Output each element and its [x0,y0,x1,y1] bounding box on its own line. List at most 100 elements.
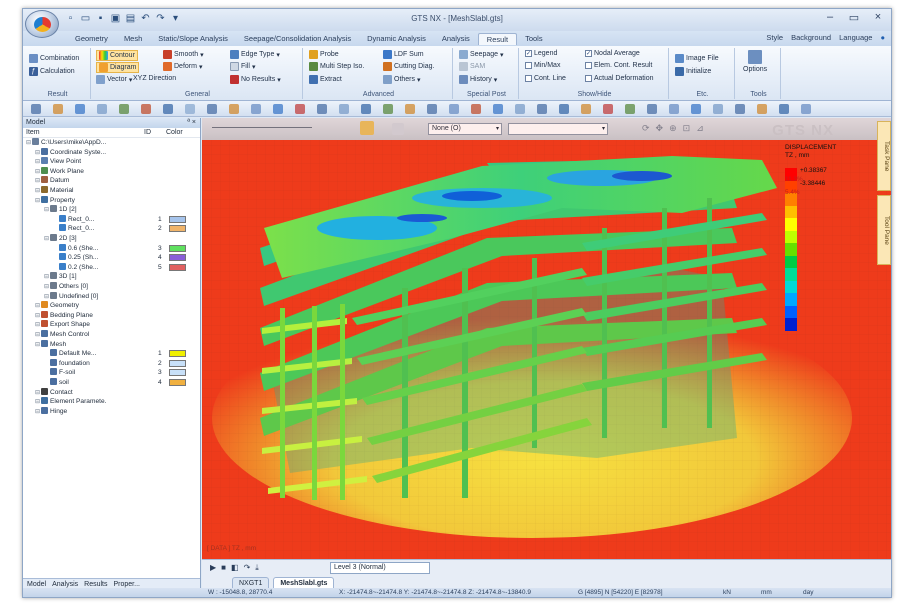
ribbon-tab-tools[interactable]: Tools [517,33,551,45]
ribbon-tab-mesh[interactable]: Mesh [116,33,150,45]
zoom-icon[interactable]: ⊕ [669,123,677,134]
tree-node[interactable]: foundation 2 [23,358,199,368]
ribbon-tab-dynamic-analysis[interactable]: Dynamic Analysis [359,33,434,45]
toolbar-tool-icon[interactable] [273,104,283,114]
tree-node[interactable]: ⊟ View Point [23,157,199,166]
tool-pane-tab[interactable]: Tool Pane [877,195,891,265]
toolbar-tool-icon[interactable] [603,104,613,114]
toolbar-tool-icon[interactable] [625,104,635,114]
color-swatch[interactable] [169,263,186,271]
application-menu-button[interactable] [25,10,59,38]
tree-node[interactable]: ⊟ Hinge [23,406,199,416]
unit-length-select[interactable]: mm [761,588,772,597]
fill-button[interactable]: Fill ▾ [230,62,255,71]
toolbar-tool-icon[interactable] [647,104,657,114]
background-menu[interactable]: Background [791,33,831,42]
tree-node[interactable]: ⊟ Datum [23,176,199,185]
xyz-direction-button[interactable]: XYZ Direction [133,75,176,82]
language-menu[interactable]: Language [839,33,872,42]
tree-node[interactable]: ⊟ Work Plane [23,166,199,176]
3d-viewport[interactable]: None (O) ▾ ▾ ⟳ ✥ ⊕ ⊡ ⊿ GTS NX DISPLACEMEN… [202,118,891,559]
sam-button[interactable]: SAM [459,62,485,71]
nodal-average-toggle[interactable]: ✓ Nodal Average [585,50,640,57]
style-menu[interactable]: Style [766,33,783,42]
unit-force-select[interactable]: kN [723,588,731,597]
tree-node[interactable]: ⊟ Mesh Control [23,330,199,339]
ribbon-tab-result[interactable]: Result [477,33,518,45]
color-swatch[interactable] [169,215,186,223]
others-button[interactable]: Others ▾ [383,75,421,84]
smooth-button[interactable]: Smooth ▾ [163,50,204,59]
task-pane-tab[interactable]: Task Pane [877,121,891,191]
toolbar-tool-icon[interactable] [471,104,481,114]
cutting-diagram-button[interactable]: Cutting Diag. [383,62,434,71]
tree-node[interactable]: ⊟ Geometry [23,301,199,310]
image-file-button[interactable]: Image File [675,54,719,63]
vector-button[interactable]: Vector ▾ [96,75,132,84]
tree-node[interactable]: Rect_0... 2 [23,224,199,233]
color-swatch[interactable] [169,379,186,386]
view-mode-icon[interactable] [392,123,404,135]
tree-node[interactable]: ⊟ Contact [23,387,199,397]
tree-node[interactable]: Rect_0... 1 [23,214,199,224]
toolbar-tool-icon[interactable] [493,104,503,114]
actual-deformation-toggle[interactable]: Actual Deformation [585,75,654,82]
help-icon[interactable]: ● [880,33,885,42]
toolbar-tool-icon[interactable] [361,104,371,114]
ribbon-tab-seepage-consolidation-analysis[interactable]: Seepage/Consolidation Analysis [236,33,359,45]
toolbar-tool-icon[interactable] [581,104,591,114]
minimize-icon[interactable]: – [821,11,839,24]
ribbon-tab-geometry[interactable]: Geometry [67,33,116,45]
tree-node[interactable]: F-soil 3 [23,368,199,377]
deform-button[interactable]: Deform ▾ [163,62,202,71]
tree-node[interactable]: ⊟ 2D [3] [23,234,199,243]
elem-cont-result-toggle[interactable]: Elem. Cont. Result [585,62,652,69]
play-icon[interactable]: ▶ [210,563,216,573]
color-swatch[interactable] [169,369,186,377]
history-button[interactable]: History ▾ [459,75,497,84]
color-swatch[interactable] [169,225,186,233]
options-button[interactable]: Options [743,50,767,73]
filter-icon[interactable] [360,121,374,135]
calculation-button[interactable]: ƒ Calculation [29,67,75,76]
ribbon-tab-static-slope-analysis[interactable]: Static/Slope Analysis [150,33,236,45]
toolbar-tool-icon[interactable] [31,104,41,114]
toolbar-tool-icon[interactable] [251,104,261,114]
color-swatch[interactable] [169,359,186,367]
diagram-button[interactable]: Diagram [96,62,140,73]
unit-time-select[interactable]: day [803,588,813,597]
toolbar-tool-icon[interactable] [427,104,437,114]
stop-icon[interactable]: ■ [221,563,226,573]
rotate-icon[interactable]: ⟳ [642,123,650,134]
toolbar-tool-icon[interactable] [185,104,195,114]
toolbar-tool-icon[interactable] [97,104,107,114]
tree-node[interactable]: ⊟ C:\Users\mike\AppD... [23,138,199,147]
toolbar-tool-icon[interactable] [339,104,349,114]
view-select[interactable]: None (O) ▾ [428,123,502,135]
toolbar-tool-icon[interactable] [559,104,569,114]
tree-node[interactable]: ⊟ Bedding Plane [23,310,199,320]
step-icon[interactable]: ↷ [244,563,251,573]
toolbar-tool-icon[interactable] [449,104,459,114]
legend-toggle[interactable]: ✓ Legend [525,50,557,57]
pin-close-icon[interactable]: ª × [187,118,196,128]
tree-node[interactable]: ⊟ Others [0] [23,282,199,291]
toolbar-tool-icon[interactable] [537,104,547,114]
tree-node[interactable]: ⊟ Element Paramete. [23,397,199,406]
toolbar-tool-icon[interactable] [53,104,63,114]
cont-line-toggle[interactable]: Cont. Line [525,75,566,82]
tree-node[interactable]: 0.2 (She... 5 [23,262,199,272]
tree-node[interactable]: ⊟ 3D [1] [23,272,199,281]
toolbar-tool-icon[interactable] [691,104,701,114]
extract-button[interactable]: Extract [309,75,342,84]
tree-node[interactable]: ⊟ Export Shape [23,320,199,329]
fit-icon[interactable]: ⊡ [683,123,691,134]
toolbar-tool-icon[interactable] [405,104,415,114]
tree-node[interactable]: ⊟ Mesh [23,339,199,349]
contour-button[interactable]: Contour [96,50,138,61]
maximize-icon[interactable]: ▭ [845,11,863,24]
record-icon[interactable]: ◧ [231,563,239,573]
tree-node[interactable]: ⊟ 1D [2] [23,205,199,214]
edge-type-button[interactable]: Edge Type ▾ [230,50,280,59]
close-icon[interactable]: × [869,11,887,24]
